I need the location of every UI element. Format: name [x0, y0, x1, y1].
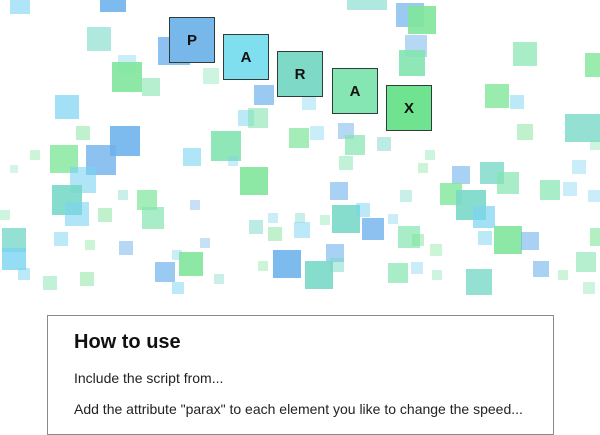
floating-square — [388, 214, 398, 224]
floating-square — [179, 252, 203, 276]
floating-square — [418, 163, 428, 173]
floating-square — [172, 282, 184, 294]
floating-square — [388, 263, 408, 283]
floating-square — [142, 78, 160, 96]
floating-square — [43, 276, 57, 290]
floating-square — [214, 274, 224, 284]
floating-square — [485, 84, 509, 108]
how-to-use-line-1: Include the script from... — [74, 370, 224, 386]
floating-square — [583, 282, 595, 294]
floating-square — [513, 42, 537, 66]
title-letter-tile: A — [332, 68, 378, 114]
floating-square — [249, 220, 263, 234]
floating-square — [80, 272, 94, 286]
how-to-use-card: How to use Include the script from... Ad… — [47, 315, 554, 435]
floating-square — [411, 262, 423, 274]
floating-square — [466, 269, 492, 295]
floating-square — [10, 165, 18, 173]
floating-square — [76, 126, 90, 140]
floating-square — [268, 213, 278, 223]
floating-square — [540, 180, 560, 200]
floating-square — [302, 96, 316, 110]
title-letter-tile: R — [277, 51, 323, 97]
floating-square — [254, 85, 274, 105]
floating-square — [400, 190, 412, 202]
floating-square — [10, 0, 30, 14]
floating-square — [142, 207, 164, 229]
floating-square — [155, 262, 175, 282]
floating-square — [412, 234, 424, 246]
floating-square — [494, 226, 522, 254]
floating-square — [98, 208, 112, 222]
floating-square — [408, 6, 436, 34]
how-to-use-heading: How to use — [74, 331, 181, 353]
floating-square — [330, 182, 348, 200]
floating-square — [200, 238, 210, 248]
floating-square — [399, 50, 425, 76]
floating-square — [55, 95, 79, 119]
floating-square — [362, 218, 384, 240]
floating-square — [0, 210, 10, 220]
floating-square — [183, 148, 201, 166]
floating-square — [533, 261, 549, 277]
floating-square — [432, 270, 442, 280]
floating-square — [258, 261, 268, 271]
floating-square — [294, 222, 310, 238]
floating-square — [347, 0, 387, 10]
floating-square — [112, 62, 142, 92]
title-letter-tile: X — [386, 85, 432, 131]
floating-square — [118, 190, 128, 200]
floating-square — [203, 68, 219, 84]
floating-square — [510, 95, 524, 109]
floating-square — [18, 268, 30, 280]
floating-square — [100, 0, 126, 12]
floating-square — [85, 240, 95, 250]
floating-square — [452, 166, 470, 184]
floating-square — [473, 206, 495, 228]
floating-square — [310, 126, 324, 140]
floating-square — [30, 150, 40, 160]
floating-square — [576, 252, 596, 272]
floating-square — [565, 114, 600, 142]
floating-square — [585, 53, 600, 77]
floating-square — [588, 190, 600, 202]
floating-square — [65, 202, 89, 226]
floating-square — [87, 27, 111, 51]
floating-square — [228, 156, 238, 166]
floating-square — [478, 231, 492, 245]
floating-square — [119, 241, 133, 255]
floating-square — [425, 150, 435, 160]
floating-square — [517, 124, 533, 140]
floating-square — [289, 128, 309, 148]
title-letter-tile: A — [223, 34, 269, 80]
floating-square — [305, 261, 333, 289]
floating-square — [563, 182, 577, 196]
how-to-use-line-2: Add the attribute "parax" to each elemen… — [74, 401, 523, 417]
parallax-scene: PARAX — [0, 0, 600, 300]
floating-square — [240, 167, 268, 195]
floating-square — [273, 250, 301, 278]
floating-square — [572, 160, 586, 174]
floating-square — [190, 200, 200, 210]
floating-square — [377, 137, 391, 151]
floating-square — [430, 244, 442, 256]
floating-square — [54, 232, 68, 246]
floating-square — [521, 232, 539, 250]
floating-square — [356, 203, 370, 217]
floating-square — [590, 228, 600, 246]
floating-square — [268, 227, 282, 241]
floating-square — [320, 215, 330, 225]
title-letter-tile: P — [169, 17, 215, 63]
floating-square — [248, 108, 268, 128]
floating-square — [339, 156, 353, 170]
floating-square — [558, 270, 568, 280]
floating-square — [345, 135, 365, 155]
floating-square — [590, 140, 600, 150]
floating-square — [497, 172, 519, 194]
floating-square — [2, 248, 26, 270]
